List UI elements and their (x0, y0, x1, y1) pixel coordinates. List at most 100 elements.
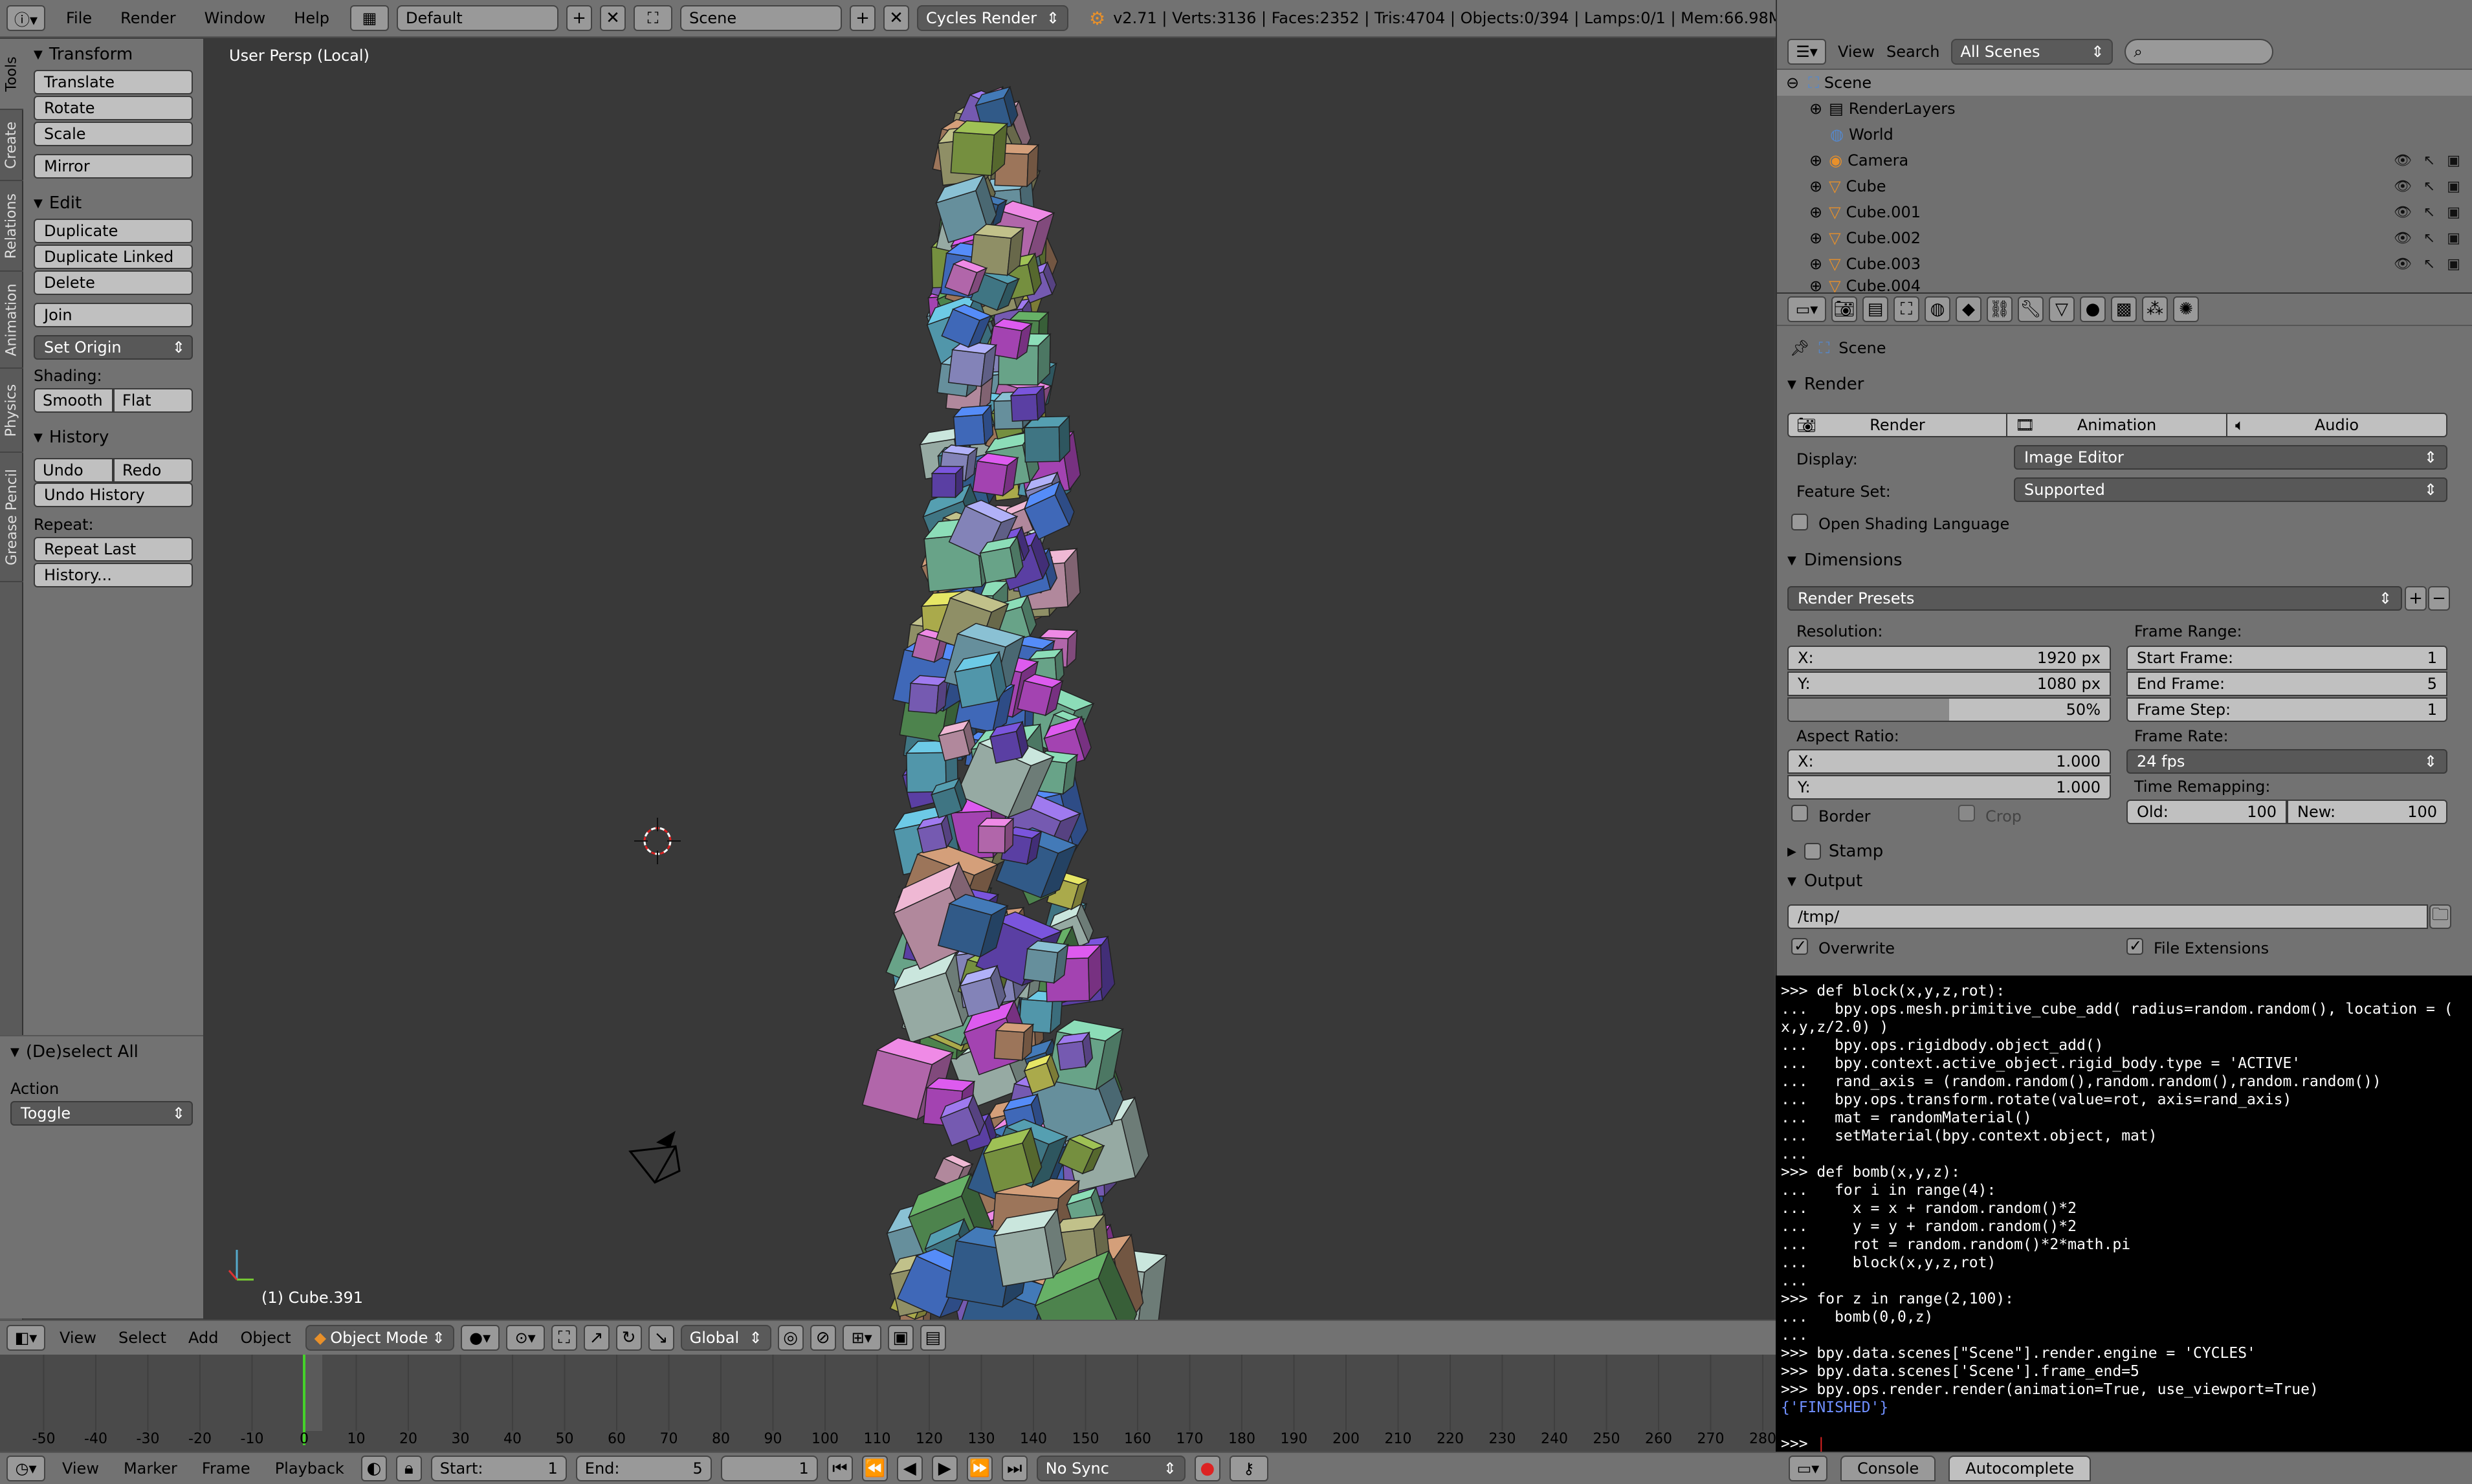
cube-object[interactable] (1022, 940, 1070, 985)
outliner-row-cube[interactable]: ⊕ ▽ Cube 👁︎ ↖ ▣ (1777, 173, 2472, 199)
play-icon[interactable]: ▶ (931, 1456, 958, 1481)
opengl-render-icon[interactable]: ▤ (920, 1325, 946, 1351)
cube-object[interactable] (993, 1021, 1035, 1062)
undo-button[interactable]: Undo (34, 458, 113, 483)
remove-scene-button[interactable]: ✕ (883, 5, 909, 31)
start-frame-field[interactable]: Start Frame: 1 (2126, 646, 2447, 670)
menu-frame[interactable]: Frame (194, 1459, 258, 1478)
overwrite-checkbox[interactable] (1791, 937, 1808, 955)
tab-animation[interactable]: Animation (0, 272, 23, 369)
menu-select[interactable]: Select (111, 1329, 174, 1347)
cube-object[interactable] (1055, 1031, 1094, 1071)
scene-icon[interactable]: ⛶ (633, 5, 672, 31)
outliner-row-cube-001[interactable]: ⊕ ▽ Cube.001 👁︎ ↖ ▣ (1777, 199, 2472, 225)
menu-search[interactable]: Search (1886, 43, 1939, 61)
start-frame-field[interactable]: Start: 1 (430, 1456, 567, 1481)
display-select[interactable]: Image Editor ⇕ (2014, 445, 2447, 470)
tab-tools[interactable]: Tools (0, 39, 23, 110)
outliner-row-renderlayers[interactable]: ⊕ ▤ RenderLayers (1777, 96, 2472, 122)
resolution-y-field[interactable]: Y: 1080 px (1787, 671, 2111, 696)
translate-manipulator-icon[interactable]: ↗ (583, 1325, 610, 1351)
add-scene-button[interactable]: + (849, 5, 876, 31)
aspect-x-field[interactable]: X: 1.000 (1787, 749, 2111, 774)
tab-create[interactable]: Create (0, 110, 23, 181)
play-reverse-icon[interactable]: ◀ (896, 1456, 923, 1481)
render-engine-select[interactable]: Cycles Render ⇕ (916, 5, 1068, 31)
camera-object[interactable] (628, 1131, 681, 1184)
menu-render[interactable]: Render (107, 0, 188, 37)
console-prompt-line[interactable]: >>> | (1781, 1435, 2467, 1452)
scene-field[interactable]: Scene (679, 5, 842, 31)
scene-tab-icon[interactable]: ⛶ (1893, 296, 1919, 322)
world-tab-icon[interactable]: ◍ (1925, 296, 1950, 322)
preview-range-icon[interactable]: ◐ (360, 1456, 387, 1481)
osl-checkbox[interactable] (1791, 514, 1808, 530)
menu-view[interactable]: View (52, 1329, 104, 1347)
smooth-button[interactable]: Smooth (34, 388, 113, 413)
rotate-button[interactable]: Rotate (34, 96, 193, 120)
keying-set-icon[interactable]: ⚷ (1229, 1456, 1268, 1481)
tab-relations[interactable]: Relations (0, 181, 23, 272)
cursor-icon[interactable]: ↖ (2423, 179, 2435, 195)
transform-panel-header[interactable]: ▼ Transform (23, 39, 203, 70)
stamp-panel-header[interactable]: ▶ Stamp (1787, 837, 1883, 866)
jump-start-icon[interactable]: ⏮ (826, 1456, 853, 1481)
render-icon[interactable]: ▣ (2447, 230, 2460, 246)
translate-button[interactable]: Translate (34, 70, 193, 94)
border-checkbox[interactable] (1791, 805, 1808, 822)
render-panel-header[interactable]: ▼ Render (1787, 370, 1864, 398)
menu-file[interactable]: File (53, 0, 105, 37)
output-panel-header[interactable]: ▼ Output (1787, 867, 1862, 895)
crop-checkbox[interactable] (1958, 805, 1975, 822)
join-button[interactable]: Join (34, 303, 193, 327)
remove-layout-button[interactable]: ✕ (599, 5, 626, 31)
resolution-x-field[interactable]: X: 1920 px (1787, 646, 2111, 670)
current-frame-field[interactable]: 1 (720, 1456, 818, 1481)
resolution-percentage-slider[interactable]: 50% (1787, 697, 2111, 722)
physics-tab-icon[interactable]: ✺ (2173, 296, 2199, 322)
feature-set-select[interactable]: Supported ⇕ (2014, 477, 2447, 502)
texture-tab-icon[interactable]: ▩ (2111, 296, 2137, 322)
cube-object[interactable] (1023, 415, 1071, 463)
animation-button[interactable]: 🎞︎ Animation (2006, 413, 2227, 437)
orientation-select[interactable]: Global ⇕ (680, 1325, 771, 1351)
file-extensions-checkbox[interactable] (2126, 937, 2143, 955)
scale-button[interactable]: Scale (34, 122, 193, 146)
render-tab-icon[interactable]: 📷︎ (1831, 296, 1857, 322)
sync-select[interactable]: No Sync ⇕ (1036, 1456, 1186, 1481)
output-path-field[interactable]: /tmp/ (1787, 904, 2428, 929)
editor-type-icon[interactable]: ▭▾ (1789, 1456, 1827, 1481)
editor-type-icon[interactable]: ◷▾ (6, 1456, 45, 1481)
history-button[interactable]: History... (34, 563, 193, 587)
action-dropdown[interactable]: Toggle ⇕ (10, 1101, 193, 1126)
eye-icon[interactable]: 👁︎ (2394, 256, 2412, 272)
mirror-button[interactable]: Mirror (34, 154, 193, 179)
remap-new-field[interactable]: New: 100 (2287, 800, 2447, 824)
pin-icon[interactable]: 📌︎ (1790, 339, 1809, 357)
cube-object[interactable] (972, 452, 1019, 497)
outliner-row-cube-003[interactable]: ⊕ ▽ Cube.003 👁︎ ↖ ▣ (1777, 251, 2472, 277)
remap-old-field[interactable]: Old: 100 (2126, 800, 2287, 824)
add-preset-button[interactable]: + (2405, 586, 2427, 611)
dimensions-panel-header[interactable]: ▼ Dimensions (1787, 546, 1903, 574)
end-frame-field[interactable]: End: 5 (575, 1456, 712, 1481)
delete-button[interactable]: Delete (34, 270, 193, 295)
eye-icon[interactable]: 👁︎ (2394, 204, 2412, 221)
pivot-point-icon[interactable]: ⊙▾ (505, 1325, 545, 1351)
menu-marker[interactable]: Marker (116, 1459, 185, 1478)
eye-icon[interactable]: 👁︎ (2394, 230, 2412, 246)
render-icon[interactable]: ▣ (2447, 204, 2460, 221)
jump-end-icon[interactable]: ⏭ (1001, 1456, 1028, 1481)
menu-view[interactable]: View (1838, 43, 1875, 61)
console-tab[interactable]: Console (1840, 1456, 1936, 1481)
menu-playback[interactable]: Playback (267, 1459, 352, 1478)
outliner-row-camera[interactable]: ⊕ ◉ Camera 👁︎ ↖ ▣ (1777, 147, 2472, 173)
autocomplete-button[interactable]: Autocomplete (1948, 1456, 2091, 1481)
rotate-manipulator-icon[interactable]: ↻ (615, 1325, 642, 1351)
proportional-edit-icon[interactable]: ⊘ (810, 1325, 836, 1351)
outliner-row-cube-004[interactable]: ⊕ ▽ Cube.004 (1777, 277, 2472, 292)
cursor-icon[interactable]: ↖ (2423, 256, 2435, 272)
cube-object[interactable] (1010, 385, 1046, 422)
duplicate-linked-button[interactable]: Duplicate Linked (34, 245, 193, 269)
outliner-row-world[interactable]: ◍ World (1777, 122, 2472, 147)
